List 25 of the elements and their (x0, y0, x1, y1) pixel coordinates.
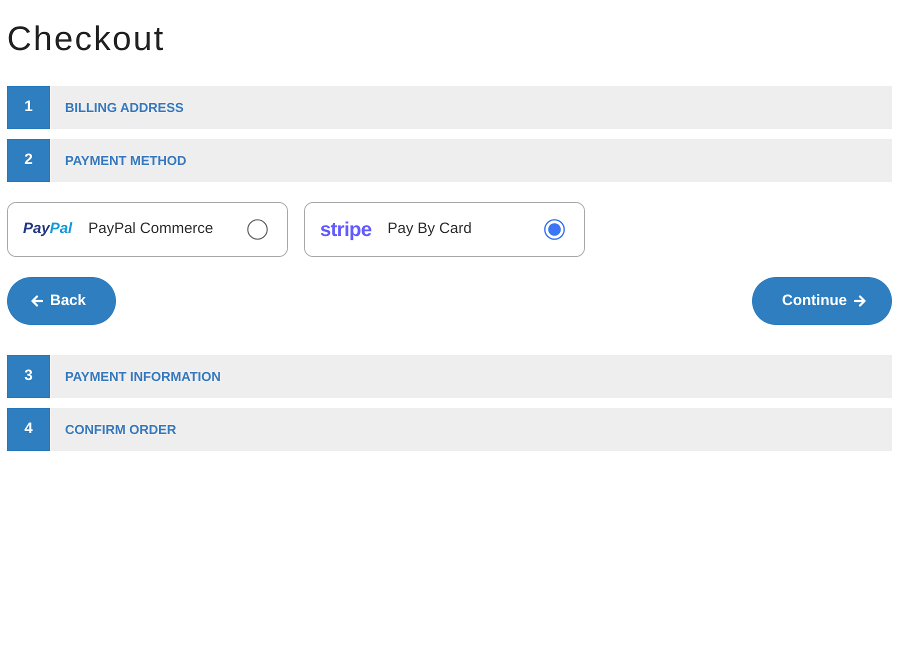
step-number: 2 (7, 139, 50, 182)
step-title: CONFIRM ORDER (64, 420, 176, 439)
radio-button[interactable] (544, 219, 565, 240)
step-number: 4 (7, 408, 50, 451)
step-header[interactable]: 4 CONFIRM ORDER (7, 408, 892, 451)
back-button[interactable]: Back (7, 277, 116, 325)
step-header[interactable]: 3 PAYMENT INFORMATION (7, 355, 892, 398)
radio-button[interactable] (247, 219, 268, 240)
step-number: 3 (7, 355, 50, 398)
arrow-right-icon (854, 295, 866, 307)
stripe-logo: stripe (320, 218, 372, 242)
step-header[interactable]: 1 BILLING ADDRESS (7, 86, 892, 129)
payment-option-label: Pay By Card (387, 219, 473, 240)
paypal-logo: PayPal (23, 219, 72, 240)
arrow-left-icon (31, 295, 43, 307)
page-title: Checkout (7, 19, 166, 60)
step-header[interactable]: 2 PAYMENT METHOD (7, 139, 892, 182)
step-title: BILLING ADDRESS (64, 98, 184, 117)
step-number: 1 (7, 86, 50, 129)
payment-option-card[interactable]: PayPal PayPal Commerce (7, 202, 288, 257)
payment-option-card[interactable]: stripe Pay By Card (304, 202, 585, 257)
payment-option-label: PayPal Commerce (88, 219, 214, 240)
step-title: PAYMENT INFORMATION (64, 368, 221, 386)
step-title: PAYMENT METHOD (64, 152, 186, 170)
continue-button[interactable]: Continue (752, 277, 892, 325)
